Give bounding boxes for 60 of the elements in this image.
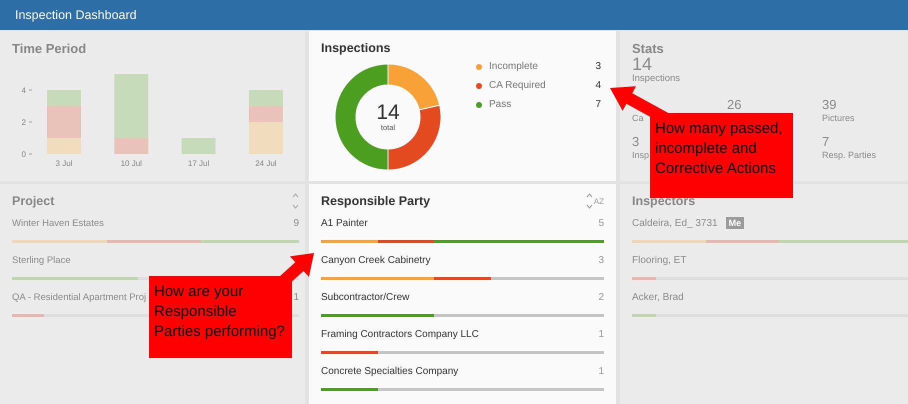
row-count: 2: [598, 292, 604, 302]
row-name: QA - Residential Apartment Proj: [12, 292, 146, 302]
legend-count: 4: [595, 80, 601, 91]
y-tick-label: 2: [22, 118, 32, 127]
row-name: Caldeira, Ed_ 3731: [632, 218, 718, 228]
chart-bar: [182, 138, 216, 154]
me-badge: Me: [726, 217, 744, 229]
stat-value: 26: [727, 97, 742, 112]
stat-value: 14: [632, 55, 654, 73]
row-name: Acker, Brad: [632, 292, 684, 302]
legend-label: Pass: [489, 99, 512, 110]
row-count: 1: [293, 292, 299, 302]
legend-label: Incomplete: [489, 61, 539, 72]
row-name: Subcontractor/Crew: [321, 292, 410, 302]
sort-button[interactable]: [292, 193, 299, 209]
panel-title: Stats: [632, 40, 664, 56]
stat-value: 39: [822, 97, 836, 112]
row-count: 1: [598, 328, 604, 340]
x-axis-label: 3 Jul: [56, 159, 72, 168]
x-axis-label: 24 Jul: [255, 159, 277, 168]
row-count: 1: [598, 366, 604, 376]
y-tick-label: 4: [22, 86, 32, 95]
row-name: Winter Haven Estates: [12, 218, 104, 228]
row-name: Canyon Creek Cabinetry: [321, 254, 430, 266]
x-axis-label: 10 Jul: [120, 159, 142, 168]
panel-title: Inspections: [321, 41, 390, 55]
row-name: Framing Contractors Company LLC: [321, 328, 479, 340]
panel-title: Project: [12, 194, 54, 208]
panel-title: Time Period: [12, 40, 86, 56]
stat-label: Ca: [632, 112, 644, 124]
y-tick-label: 2: [22, 118, 27, 127]
stat-label: Pictures: [822, 112, 855, 124]
callout-tooltip: How many passed, incomplete and Corrective Actions: [650, 113, 793, 198]
dashboard-title: Inspection Dashboard: [15, 8, 137, 22]
row-name: Flooring, ET: [632, 254, 686, 266]
row-name: A1 Painter: [321, 218, 368, 228]
x-axis-label: 17 Jul: [188, 159, 210, 168]
row-count: 9: [293, 218, 299, 228]
sort-arrows-icon: [292, 193, 299, 209]
y-tick-label: 0: [22, 150, 27, 159]
row-name: Concrete Specialties Company: [321, 366, 458, 376]
sort-arrows-icon: [586, 193, 593, 209]
stat-value: 7: [822, 134, 830, 149]
legend-count: 3: [595, 61, 601, 72]
stat-value: 3: [632, 134, 640, 149]
y-tick-label: 4: [22, 86, 27, 95]
row-name: Sterling Place: [12, 254, 71, 266]
stat-label: Insp: [632, 149, 650, 161]
legend-label: CA Required: [489, 80, 547, 91]
stat-label: Resp. Parties: [822, 149, 876, 161]
sort-button[interactable]: AZ: [586, 193, 604, 209]
callout-tooltip: How are your Responsible Parties performing?: [149, 276, 292, 358]
row-count: 3: [598, 254, 604, 266]
row-count: 5: [598, 218, 604, 228]
panel-title: Responsible Party: [321, 194, 430, 208]
chart-bar: [248, 90, 283, 106]
legend-count: 7: [595, 99, 601, 110]
y-tick-label: 0: [22, 150, 32, 159]
total-count: 14: [376, 102, 400, 122]
stat-label: Inspections: [632, 73, 682, 84]
